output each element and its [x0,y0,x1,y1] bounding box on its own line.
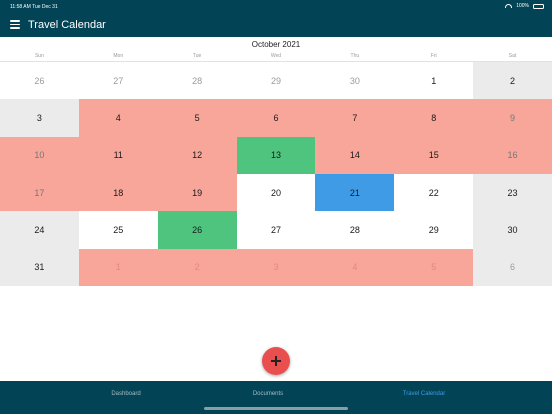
menu-line [10,20,20,22]
app-root: 11:58 AM Tue Dec 31 100% Travel Calendar… [0,0,552,414]
calendar-day-cell[interactable]: 4 [78,99,158,137]
calendar-day-cell[interactable]: 26 [157,211,237,249]
calendar-day-cell[interactable]: 15 [394,136,474,174]
calendar-day-cell[interactable]: 30 [473,211,552,249]
calendar-day-cell[interactable]: 12 [157,136,237,174]
status-left: 11:58 AM Tue Dec 31 [10,4,58,10]
calendar-day-cell[interactable]: 28 [158,62,237,99]
weekday-label: Sat [508,53,517,59]
weekday-label: Wed [270,53,282,59]
calendar-day-cell[interactable]: 30 [315,62,394,99]
calendar-grid: 26 27 28 29 30 1 2 3 4 5 6 7 8 9 10 11 12 13 14 15 16 17 18 19 2… [0,61,552,286]
calendar-day-cell[interactable]: 6 [473,248,552,286]
month-title[interactable]: October 2021 [0,40,552,49]
calendar-day-cell[interactable]: 5 [394,248,474,286]
hamburger-menu-icon[interactable] [10,20,20,29]
status-bar: 11:58 AM Tue Dec 31 100% [0,0,552,14]
calendar-day-cell[interactable]: 20 [237,174,316,211]
calendar-day-cell[interactable]: 2 [157,248,237,286]
calendar-day-cell[interactable]: 31 [0,248,79,286]
plus-icon [271,356,281,366]
status-right: 100% [505,3,544,9]
calendar-day-cell[interactable]: 29 [237,62,316,99]
battery-percent: 100% [516,3,529,9]
calendar-day-cell[interactable]: 23 [473,174,552,212]
calendar-day-cell[interactable]: 3 [0,99,79,137]
calendar-day-cell[interactable]: 1 [78,248,158,286]
calendar-day-cell[interactable]: 8 [394,99,474,137]
calendar-day-cell[interactable]: 19 [157,174,237,212]
calendar-day-cell[interactable]: 27 [237,211,316,248]
battery-icon [533,3,544,9]
tab-travel-calendar[interactable]: Travel Calendar [349,391,499,397]
status-time: 11:58 AM [10,4,31,10]
calendar-day-cell[interactable]: 24 [0,211,79,249]
menu-line [10,23,20,26]
calendar-day-cell[interactable]: 18 [78,174,158,212]
app-bar: Travel Calendar [0,14,552,37]
calendar-day-cell[interactable]: 17 [0,174,79,212]
calendar-day-cell[interactable]: 26 [0,62,79,99]
calendar-day-cell[interactable]: 27 [79,62,158,99]
weekday-label: Tue [192,53,202,59]
weekday-label: Mon [113,53,124,59]
weekday-header: Sun Mon Tue Wed Thu Fri Sat [0,53,552,61]
calendar-day-cell[interactable]: 10 [0,136,79,174]
weekday-label: Sun [34,53,44,59]
calendar-day-cell[interactable]: 25 [79,211,158,248]
calendar-day-cell[interactable]: 9 [473,99,552,137]
calendar-day-cell[interactable]: 3 [236,248,316,286]
calendar-day-cell[interactable]: 4 [315,248,395,286]
calendar-day-cell[interactable]: 28 [315,211,394,248]
calendar-day-cell[interactable]: 7 [315,99,395,137]
menu-line [10,27,20,29]
calendar-day-cell[interactable]: 2 [473,62,552,100]
app-title: Travel Calendar [28,19,106,31]
calendar-day-cell[interactable]: 22 [394,174,473,211]
calendar-day-cell[interactable]: 11 [78,136,158,174]
calendar-day-cell[interactable]: 21 [315,174,395,212]
calendar-day-cell[interactable]: 16 [473,136,552,174]
weekday-label: Thu [350,53,360,59]
status-date: Tue Dec 31 [32,4,58,10]
tab-dashboard[interactable]: Dashboard [51,391,201,397]
calendar-day-cell[interactable]: 1 [394,62,473,99]
calendar-day-cell[interactable]: 13 [236,136,316,174]
calendar-day-cell[interactable]: 6 [236,99,316,137]
tab-documents[interactable]: Documents [193,391,343,397]
calendar-day-cell[interactable]: 14 [315,136,395,174]
calendar-day-cell[interactable]: 5 [157,99,237,137]
wifi-icon [505,4,513,8]
add-travel-button[interactable] [262,347,290,375]
weekday-label: Fri [430,53,437,59]
calendar-day-cell[interactable]: 29 [394,211,473,248]
home-indicator [204,407,348,410]
